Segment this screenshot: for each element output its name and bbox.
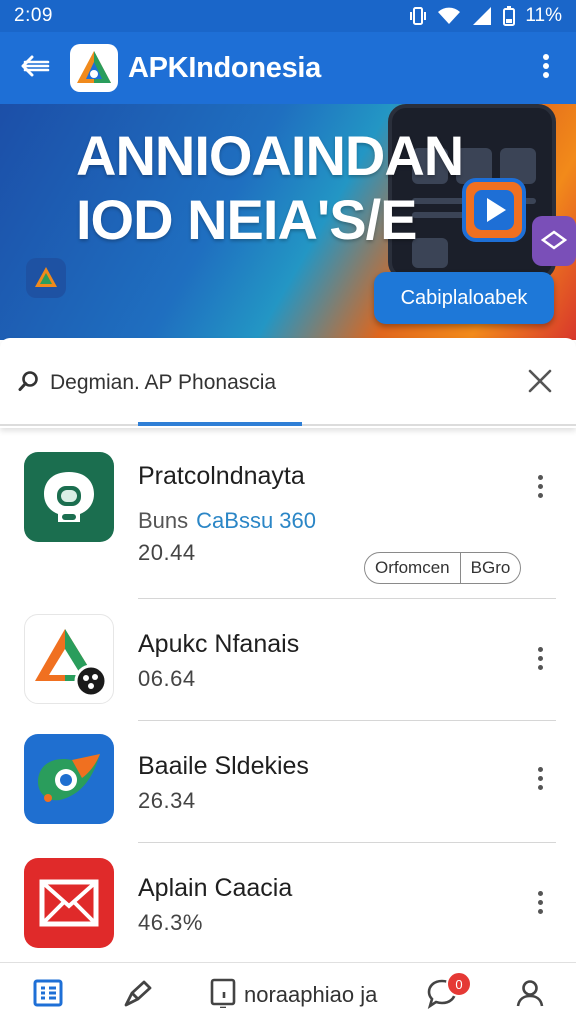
item-more-button[interactable]: [526, 466, 554, 506]
person-icon: [515, 978, 545, 1013]
app-size: 20.44: [138, 540, 196, 565]
nav-messages[interactable]: 0: [424, 971, 472, 1013]
status-time: 2:09: [14, 5, 53, 26]
play-store-icon: [462, 178, 526, 247]
divider: [138, 720, 556, 721]
app-icon-triangle: [24, 614, 114, 704]
item-more-button[interactable]: [526, 882, 554, 922]
search-icon: [18, 370, 40, 397]
app-name: Pratcolndnayta: [138, 462, 305, 490]
item-more-button[interactable]: [526, 758, 554, 798]
clear-search-button[interactable]: [522, 365, 558, 401]
app-name: Aplain Caacia: [138, 874, 293, 902]
nav-device[interactable]: noraaphiao ja: [210, 977, 400, 1013]
banner-headline: ANNIOAINDAN IOD NEIA'S/E: [76, 124, 464, 252]
app-title: APKIndonesia: [128, 51, 321, 84]
app-size: 26.34: [138, 788, 196, 813]
banner-headline-line1: ANNIOAINDAN: [76, 124, 464, 187]
app-icon-mail: [24, 858, 114, 948]
search-bar: [0, 338, 576, 428]
battery-level: 11%: [525, 5, 562, 26]
back-arrow-icon: [20, 55, 50, 82]
vibrate-icon: [409, 6, 427, 26]
small-app-badge-icon: [26, 258, 66, 298]
banner-cta-button[interactable]: Cabiplaloabek: [374, 272, 554, 324]
search-input[interactable]: [50, 371, 522, 395]
nav-edit[interactable]: [120, 977, 156, 1013]
back-button[interactable]: [0, 32, 70, 104]
promo-banner[interactable]: ANNIOAINDAN IOD NEIA'S/E Cabiplaloabek: [0, 104, 576, 340]
side-app-badge-icon: [532, 216, 576, 266]
divider: [138, 842, 556, 843]
chip-left[interactable]: Orfomcen: [365, 553, 460, 583]
wifi-icon: [437, 7, 461, 25]
battery-icon: [503, 6, 516, 26]
divider: [138, 598, 556, 599]
overflow-menu-button[interactable]: [516, 32, 576, 104]
search-progress-indicator: [138, 422, 302, 426]
app-icon-map: [24, 734, 114, 824]
app-bar: APKIndonesia: [0, 32, 576, 104]
signal-icon: [471, 6, 493, 26]
pen-icon: [122, 978, 154, 1013]
app-publisher: Buns CaBssu 360: [138, 508, 316, 534]
app-publisher-name: Buns: [138, 508, 189, 533]
notification-badge: 0: [446, 971, 472, 997]
app-tag: CaBssu 360: [196, 508, 317, 533]
item-more-button[interactable]: [526, 638, 554, 678]
chip-group: Orfomcen BGro: [364, 552, 522, 584]
app-size: 46.3%: [138, 910, 203, 935]
nav-home[interactable]: [30, 977, 66, 1013]
grid-list-icon: [33, 979, 63, 1012]
more-vert-icon: [542, 53, 550, 84]
nav-device-label: noraaphiao ja: [244, 982, 378, 1007]
app-icon-chat: [24, 452, 114, 542]
nav-profile[interactable]: [512, 977, 548, 1013]
status-bar: 2:09 11%: [0, 0, 576, 32]
app-name: Apukc Nfanais: [138, 630, 300, 658]
app-name: Baaile Sldekies: [138, 752, 309, 780]
app-size: 06.64: [138, 666, 196, 691]
chip-right[interactable]: BGro: [461, 553, 521, 583]
bottom-navigation: noraaphiao ja 0: [0, 962, 576, 1024]
tablet-icon: [210, 978, 236, 1013]
banner-headline-line2: IOD NEIA'S/E: [76, 188, 418, 251]
app-logo: [70, 44, 118, 92]
close-icon: [528, 369, 552, 398]
